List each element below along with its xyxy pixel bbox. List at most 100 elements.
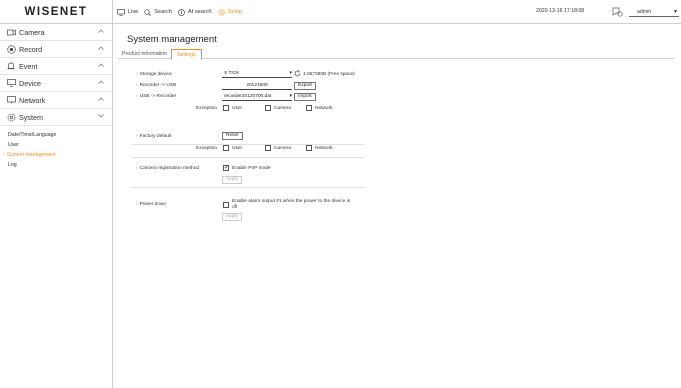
factory-default-label: Factory default	[136, 134, 172, 139]
import-file-select[interactable]: recorder20120700.dat ▾	[222, 93, 292, 101]
bell-icon	[6, 61, 16, 71]
export-filename-input[interactable]: 20121600	[222, 83, 292, 90]
exception-label: Exception	[196, 106, 218, 111]
wisenet-logo: WISENET	[0, 0, 113, 24]
sidebar-item-label: Network	[19, 95, 46, 105]
factory-exception-user-checkbox[interactable]	[223, 145, 229, 151]
nav-setup[interactable]: Setup	[217, 8, 243, 16]
page-title: System management	[127, 34, 217, 45]
submenu-log[interactable]: Log	[8, 160, 112, 170]
storage-device-value: X TICK	[224, 71, 240, 76]
sidebar-item-label: Event	[19, 61, 38, 71]
import-button[interactable]: Import	[294, 93, 316, 101]
factory-exception-user-label: User	[232, 146, 243, 151]
nav-ai-search[interactable]: AI search	[178, 8, 212, 16]
camera-registration-section: Camera registration method Enable PnP mo…	[132, 163, 364, 188]
user-name: admin	[637, 8, 652, 15]
factory-exception-camera-checkbox[interactable]	[265, 145, 271, 151]
factory-default-section: Factory default Reset Exception User Cam…	[132, 131, 364, 158]
exception-label: Exception	[196, 146, 218, 151]
export-button[interactable]: Export	[294, 82, 316, 90]
gear-icon	[217, 8, 225, 16]
storage-device-label: Storage device	[136, 72, 172, 77]
sidebar-item-device[interactable]: Device	[0, 75, 112, 92]
recorder-to-usb-label: Recorder -> USB	[136, 83, 177, 88]
submenu-system-management[interactable]: › System management	[3, 150, 112, 160]
reset-button[interactable]: Reset	[222, 132, 243, 140]
record-icon	[6, 44, 16, 54]
refresh-icon[interactable]	[294, 70, 301, 77]
top-nav: Live Search AI search Setup	[117, 0, 242, 24]
search-icon	[144, 8, 152, 16]
sidebar-item-label: Record	[19, 44, 43, 54]
sidebar: Camera Record Event Device Network Syste…	[0, 24, 113, 388]
exception-network-label: Network	[315, 106, 333, 111]
network-icon	[6, 95, 16, 105]
submenu-user[interactable]: User	[8, 140, 112, 150]
chevron-up-icon	[98, 29, 104, 33]
exception-camera-checkbox[interactable]	[265, 105, 271, 111]
top-right-controls: admin ▼ ?	[612, 4, 681, 20]
storage-device-select[interactable]: X TICK ▾	[222, 70, 292, 78]
sidebar-item-network[interactable]: Network	[0, 92, 112, 109]
chevron-up-icon	[98, 46, 104, 50]
top-bar: WISENET Live Search AI search Setup 2020…	[0, 0, 681, 24]
tab-bar: Product information Settings	[118, 49, 674, 60]
sidebar-item-event[interactable]: Event	[0, 58, 112, 75]
factory-exception-camera-label: Camera	[274, 146, 292, 151]
chevron-up-icon	[98, 80, 104, 84]
chevron-down-icon: ▾	[289, 70, 292, 76]
device-icon	[6, 78, 16, 88]
datetime: 2020-12-16 17:18:08	[536, 8, 585, 14]
gear-icon	[6, 112, 16, 122]
camera-registration-label: Camera registration method	[136, 166, 199, 171]
system-submenu: Date/Time/Language User › System manageme…	[0, 126, 112, 170]
sidebar-item-record[interactable]: Record	[0, 41, 112, 58]
sidebar-item-label: Camera	[19, 27, 45, 37]
submenu-label: System management	[6, 152, 56, 158]
alarm-output-label-line1: Enable alarm output #1 when the power to…	[232, 199, 351, 204]
camera-icon	[6, 27, 16, 37]
notification-icon[interactable]	[612, 7, 623, 17]
nav-search[interactable]: Search	[144, 8, 172, 16]
alarm-output-checkbox[interactable]	[223, 202, 229, 208]
monitor-icon	[117, 8, 125, 16]
factory-exception-network-checkbox[interactable]	[306, 145, 312, 151]
sidebar-item-label: Device	[19, 78, 41, 88]
exception-camera-label: Camera	[274, 106, 292, 111]
chevron-up-icon	[98, 97, 104, 101]
enable-pnp-checkbox[interactable]	[223, 164, 229, 171]
sidebar-item-camera[interactable]: Camera	[0, 24, 112, 41]
tab-settings[interactable]: Settings	[170, 49, 202, 60]
submenu-date-time-language[interactable]: Date/Time/Language	[8, 130, 112, 140]
chevron-down-icon: ▼	[673, 8, 678, 15]
nav-setup-label: Setup	[227, 9, 243, 15]
power-down-apply-button[interactable]: Apply	[222, 213, 242, 221]
exception-network-checkbox[interactable]	[306, 105, 312, 111]
alarm-output-label-line2: off	[232, 205, 238, 210]
main-content: System management Product information Se…	[114, 24, 681, 388]
power-down-label: Power down	[136, 202, 166, 207]
sidebar-item-label: System	[19, 112, 43, 122]
factory-exception-network-label: Network	[315, 146, 333, 151]
exception-user-label: User	[232, 106, 243, 111]
user-select[interactable]: admin ▼	[629, 8, 679, 17]
chevron-down-icon	[98, 114, 104, 118]
nav-search-label: Search	[154, 9, 172, 15]
chevron-right-icon: ›	[3, 152, 5, 158]
chevron-down-icon: ▾	[289, 93, 292, 99]
nav-live-label: Live	[128, 9, 139, 15]
free-space-text: 1.067380B (Free space)	[303, 72, 355, 77]
ai-search-icon	[178, 8, 185, 16]
camera-registration-apply-button[interactable]: Apply	[222, 176, 242, 184]
tab-product-information[interactable]: Product information	[118, 49, 171, 59]
exception-user-checkbox[interactable]	[223, 105, 229, 111]
sidebar-item-system[interactable]: System	[0, 109, 112, 126]
power-down-section: Power down Enable alarm output #1 when t…	[132, 198, 364, 224]
import-file-value: recorder20120700.dat	[224, 94, 272, 99]
enable-pnp-label: Enable PnP mode	[232, 166, 271, 171]
nav-ai-search-label: AI search	[188, 9, 212, 15]
chevron-up-icon	[98, 63, 104, 67]
nav-live[interactable]: Live	[117, 8, 139, 16]
alarm-output-label: Enable alarm output #1 when the power to…	[232, 199, 350, 211]
